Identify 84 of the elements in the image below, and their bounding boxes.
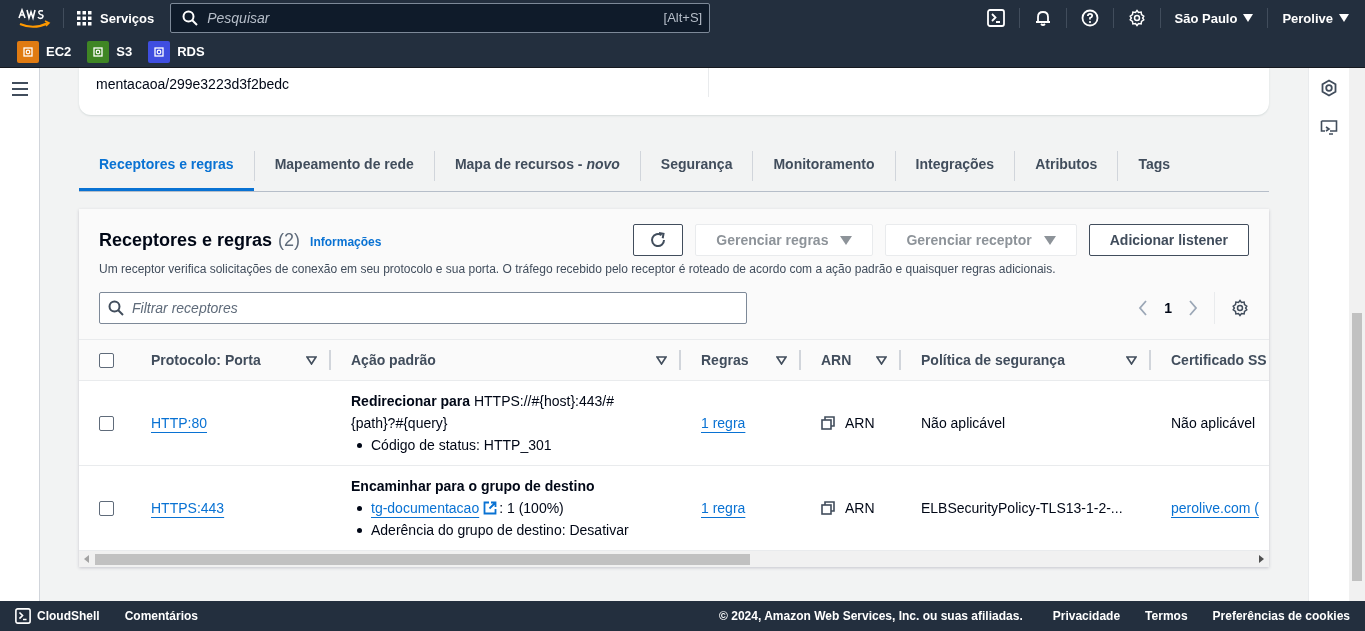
tab[interactable]: Atributos bbox=[1015, 140, 1118, 191]
copy-icon[interactable] bbox=[821, 416, 835, 430]
copyright-text: © 2024, Amazon Web Services, Inc. ou suas afiliadas. bbox=[719, 609, 1023, 623]
search-icon bbox=[108, 300, 124, 316]
certificate-link[interactable]: perolive.com ( bbox=[1171, 500, 1259, 516]
add-button[interactable]: Adicionar listener bbox=[1088, 224, 1249, 256]
column-header[interactable]: Protocolo: Porta bbox=[151, 352, 261, 368]
caret-icon bbox=[1043, 235, 1056, 245]
terminal-icon[interactable] bbox=[986, 9, 1005, 27]
select-all-checkbox[interactable] bbox=[99, 352, 114, 368]
page-number[interactable]: 1 bbox=[1164, 300, 1172, 316]
tab[interactable]: Monitoramento bbox=[753, 140, 895, 191]
service-shortcut[interactable]: RDS bbox=[148, 40, 205, 63]
item-count: (2) bbox=[278, 229, 301, 251]
caret-icon bbox=[1243, 14, 1254, 22]
tab[interactable]: Tags bbox=[1118, 140, 1190, 191]
column-header[interactable]: Certificado SS bbox=[1171, 352, 1267, 368]
hexagon-icon[interactable] bbox=[1320, 79, 1338, 97]
menu-icon[interactable] bbox=[11, 82, 28, 96]
sort-icon[interactable] bbox=[876, 355, 887, 365]
service-shortcut[interactable]: S3 bbox=[87, 40, 133, 63]
cloudshell-button[interactable]: CloudShell bbox=[15, 608, 100, 624]
copy-icon[interactable] bbox=[821, 501, 835, 515]
column-header[interactable]: Ação padrão bbox=[351, 352, 436, 368]
refresh-button[interactable] bbox=[633, 224, 684, 256]
account-menu[interactable]: Perolive bbox=[1282, 10, 1349, 26]
region-menu[interactable]: São Paulo bbox=[1174, 10, 1254, 26]
sort-icon[interactable] bbox=[776, 355, 787, 365]
aws-logo[interactable] bbox=[17, 7, 51, 29]
arn-label: ARN bbox=[845, 415, 875, 431]
rules-link[interactable]: 1 regra bbox=[701, 500, 746, 516]
info-link[interactable]: Informações bbox=[310, 234, 382, 249]
caret-icon bbox=[840, 235, 853, 245]
action-text: Encaminhar para o grupo de destino bbox=[351, 477, 596, 496]
feedback-link[interactable]: Comentários bbox=[124, 609, 199, 623]
panel-description: Um receptor verifica solicitações de conexão em seu protocolo e sua porta. O tráfego recebido pelo receptor é roteado de acordo com a ação padrão e quaisquer regras adicionais. bbox=[99, 262, 1057, 276]
bullet-icon bbox=[357, 527, 362, 533]
grid-icon bbox=[76, 10, 92, 26]
bullet-text: Aderência do grupo de destino: Desativar bbox=[371, 521, 629, 540]
table-cell: ELBSecurityPolicy-TLS13-1-2-... bbox=[921, 500, 1123, 516]
target-group-link[interactable]: tg-documentacao bbox=[371, 497, 480, 519]
footer-link[interactable]: Preferências de cookies bbox=[1212, 609, 1350, 623]
tab[interactable]: Mapeamento de rede bbox=[254, 140, 434, 191]
column-header[interactable]: Regras bbox=[701, 352, 749, 368]
filter-field[interactable]: Filtrar receptores bbox=[99, 292, 747, 324]
shortcut-hint: [Alt+S] bbox=[663, 10, 703, 25]
service-shortcut[interactable]: EC2 bbox=[17, 40, 72, 63]
table-cell: Não aplicável bbox=[1171, 415, 1256, 431]
arn-label: ARN bbox=[845, 500, 875, 516]
rules-link[interactable]: 1 regra bbox=[701, 415, 746, 431]
action-text: Redirecionar para HTTPS://#{host}:443/#{path}?#{query} bbox=[351, 392, 616, 433]
tab[interactable]: Receptores e regras bbox=[79, 140, 254, 191]
bullet-text: Código de status: HTTP_301 bbox=[371, 436, 552, 455]
sort-icon[interactable] bbox=[306, 355, 317, 365]
bell-icon[interactable] bbox=[1033, 9, 1052, 27]
horizontal-scrollbar[interactable] bbox=[79, 551, 1269, 567]
row-checkbox[interactable] bbox=[99, 415, 114, 431]
help-icon[interactable] bbox=[1080, 9, 1099, 27]
services-menu[interactable]: Serviços bbox=[76, 10, 155, 26]
footer-link[interactable]: Privacidade bbox=[1052, 609, 1121, 623]
arn-text: mentacaoa/299e3223d3f2bedc bbox=[96, 76, 290, 92]
panel-title: Receptores e regras bbox=[99, 229, 273, 251]
external-link-icon[interactable] bbox=[483, 501, 498, 515]
protocol-link[interactable]: HTTPS:443 bbox=[151, 500, 225, 516]
sort-icon[interactable] bbox=[1126, 355, 1137, 365]
protocol-link[interactable]: HTTP:80 bbox=[151, 415, 207, 431]
tab[interactable]: Integrações bbox=[895, 140, 1015, 191]
bullet-icon bbox=[357, 442, 362, 448]
settings-icon[interactable] bbox=[1231, 299, 1249, 317]
screen-icon[interactable] bbox=[1320, 119, 1338, 137]
column-header[interactable]: Política de segurança bbox=[921, 352, 1065, 368]
search-icon bbox=[182, 10, 199, 26]
footer-link[interactable]: Termos bbox=[1145, 609, 1188, 623]
target-weight: : 1 (100%) bbox=[499, 499, 564, 518]
bullet-icon bbox=[357, 505, 362, 511]
terminal-icon bbox=[15, 608, 31, 624]
tab[interactable]: Segurança bbox=[640, 140, 753, 191]
column-header[interactable]: ARN bbox=[821, 352, 852, 368]
row-checkbox[interactable] bbox=[99, 500, 114, 516]
table-cell: Não aplicável bbox=[921, 415, 1006, 431]
sort-icon[interactable] bbox=[656, 355, 667, 365]
caret-icon bbox=[1339, 14, 1349, 22]
refresh-icon bbox=[649, 231, 668, 249]
tab[interactable]: Mapa de recursos - novo bbox=[434, 140, 640, 191]
